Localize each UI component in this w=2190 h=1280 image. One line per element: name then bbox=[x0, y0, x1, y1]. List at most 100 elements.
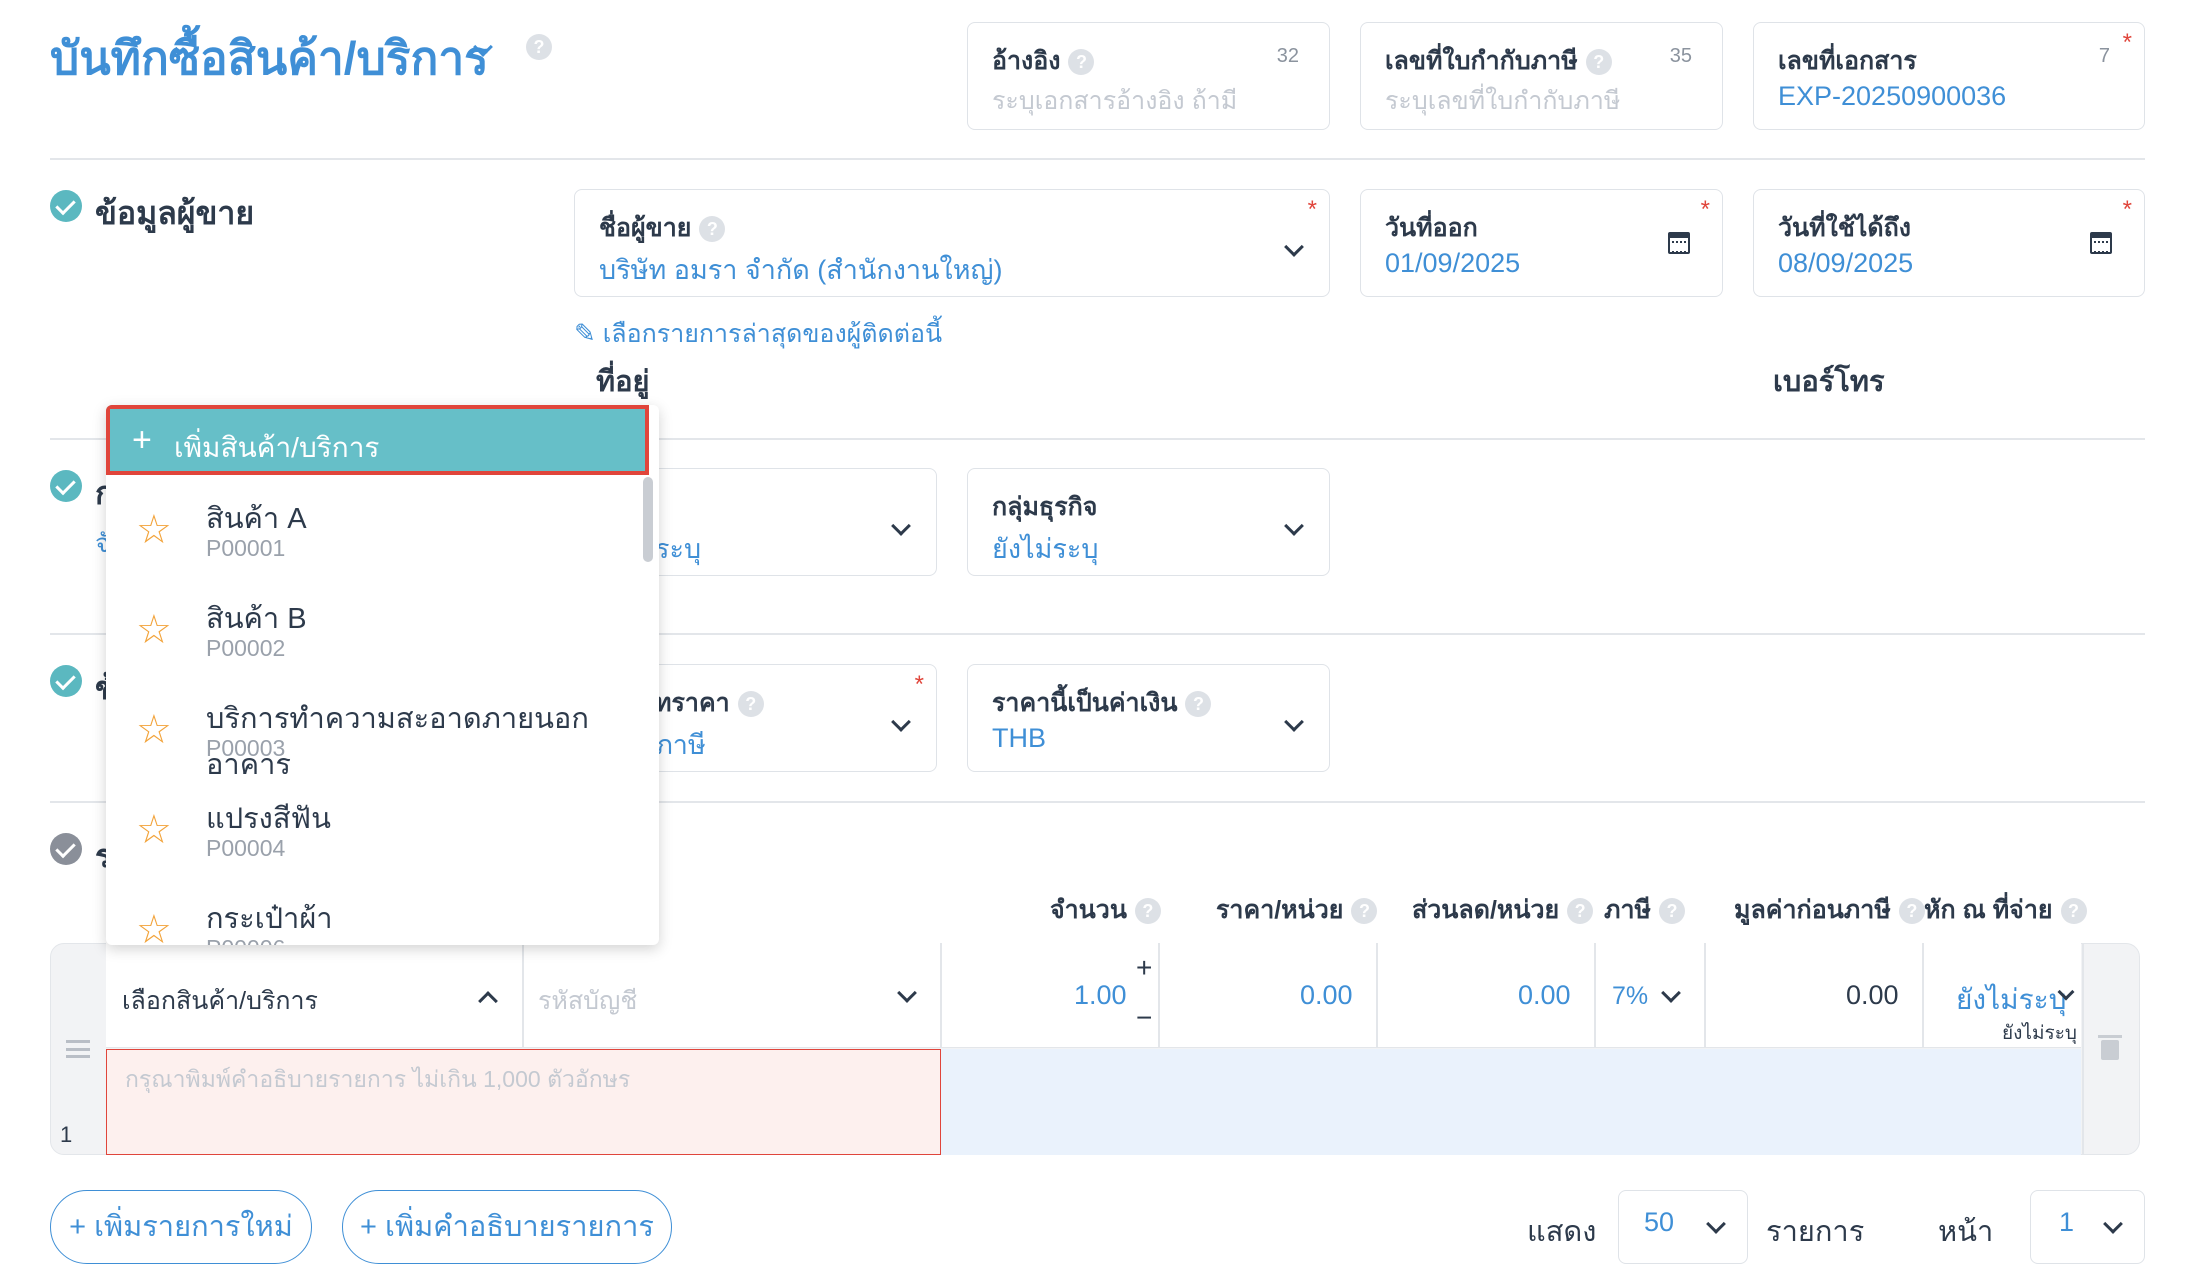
qty-minus-button[interactable]: − bbox=[1136, 1002, 1152, 1034]
address-label: ที่อยู่ bbox=[596, 366, 650, 398]
product-code: P00002 bbox=[206, 635, 286, 661]
list-item[interactable]: ☆ สินค้า B P00002 bbox=[106, 585, 659, 685]
help-icon[interactable]: ? bbox=[1351, 898, 1378, 925]
col-tax-text: ภาษี bbox=[1604, 896, 1651, 924]
help-icon[interactable]: ? bbox=[2060, 898, 2087, 925]
issue-date-value[interactable]: 01/09/2025 bbox=[1385, 248, 1520, 279]
page-select[interactable]: 1 bbox=[2030, 1190, 2145, 1264]
description-input[interactable]: กรุณาพิมพ์คำอธิบายรายการ ไม่เกิน 1,000 ต… bbox=[106, 1049, 941, 1155]
latest-contact-text: เลือกรายการล่าสุดของผู้ติดต่อนี้ bbox=[602, 320, 943, 348]
items-check-icon bbox=[50, 833, 82, 865]
chevron-down-icon[interactable] bbox=[1284, 516, 1304, 536]
currency-value: THB bbox=[992, 723, 1046, 753]
chevron-down-icon[interactable] bbox=[1284, 237, 1304, 257]
currency-label: ราคานี้เป็นค่าเงิน bbox=[992, 689, 1178, 717]
issue-date-field[interactable]: วันที่ออก * 01/09/2025 bbox=[1360, 189, 1723, 297]
tax-invoice-field[interactable]: เลขที่ใบกำกับภาษี? 35 ระบุเลขที่ใบกำกับภ… bbox=[1360, 22, 1723, 130]
chevron-down-icon[interactable] bbox=[891, 516, 911, 536]
help-icon[interactable]: ? bbox=[1585, 49, 1612, 76]
product-select[interactable]: เลือกสินค้า/บริการ bbox=[122, 981, 318, 1021]
doc-number-input[interactable]: EXP-20250900036 bbox=[1778, 81, 2006, 112]
magic-wand-icon: ✎ bbox=[574, 318, 596, 348]
help-icon[interactable]: ? bbox=[1659, 898, 1685, 925]
qty-input[interactable]: 1.00 bbox=[1074, 980, 1127, 1011]
business-group-label: กลุ่มธุรกิจ bbox=[992, 493, 1098, 521]
product-code: P00004 bbox=[206, 835, 286, 861]
cell-divider bbox=[522, 943, 524, 1048]
business-group-field[interactable]: กลุ่มธุรกิจ ยังไม่ระบุ bbox=[967, 468, 1330, 576]
withholding-sub: ยังไม่ระบุ bbox=[2002, 1023, 2077, 1044]
description-placeholder: กรุณาพิมพ์คำอธิบายรายการ ไม่เกิน 1,000 ต… bbox=[125, 1066, 631, 1092]
list-item[interactable]: ☆ กระเป๋าผ้า P00006 bbox=[106, 885, 659, 945]
chevron-down-icon[interactable] bbox=[891, 712, 911, 732]
col-discount: ส่วนลด/หน่วย? bbox=[1412, 890, 1594, 930]
price-type-value: ภาษี bbox=[655, 730, 706, 760]
unit-price-input[interactable]: 0.00 bbox=[1300, 980, 1353, 1011]
required-mark: * bbox=[914, 671, 924, 698]
add-product-button[interactable]: + เพิ่มสินค้า/บริการ bbox=[106, 405, 649, 475]
vendor-name-field[interactable]: ชื่อผู้ขาย? * บริษัท อมรา จำกัด (สำนักงา… bbox=[574, 189, 1330, 297]
help-icon[interactable]: ? bbox=[1068, 49, 1095, 76]
product-code: P00003 bbox=[206, 735, 286, 761]
col-withholding-text: หัก ณ ที่จ่าย bbox=[1924, 896, 2053, 924]
help-icon[interactable]: ? bbox=[1898, 898, 1925, 925]
help-icon[interactable]: ? bbox=[1134, 898, 1161, 925]
col-withholding: หัก ณ ที่จ่าย? bbox=[1924, 890, 2087, 930]
list-item[interactable]: ☆ บริการทำความสะอาดภายนอกอาคาร P00003 bbox=[106, 685, 659, 785]
required-mark: * bbox=[1700, 196, 1710, 223]
required-mark: * bbox=[2122, 196, 2132, 223]
title-help-icon[interactable]: ? bbox=[526, 34, 552, 60]
business-group-value: ยังไม่ระบุ bbox=[992, 534, 1099, 564]
qty-plus-button[interactable]: + bbox=[1136, 952, 1152, 984]
doc-number-field[interactable]: เลขที่เอกสาร 7 * EXP-20250900036 bbox=[1753, 22, 2145, 130]
star-icon[interactable]: ☆ bbox=[136, 507, 172, 553]
currency-field[interactable]: ราคานี้เป็นค่าเงิน? THB bbox=[967, 664, 1330, 772]
withholding-select[interactable]: ยังไม่ระบุ bbox=[1956, 978, 2066, 1022]
discount-input[interactable]: 0.00 bbox=[1518, 980, 1571, 1011]
tax-invoice-input[interactable]: ระบุเลขที่ใบกำกับภาษี bbox=[1385, 81, 1620, 121]
add-description-button[interactable]: + เพิ่มคำอธิบายรายการ bbox=[342, 1190, 672, 1264]
show-label: แสดง bbox=[1527, 1216, 1597, 1248]
tax-select[interactable]: 7% bbox=[1612, 982, 1648, 1011]
required-mark: * bbox=[1307, 196, 1317, 223]
vendor-section-title: ข้อมูลผู้ขาย bbox=[95, 195, 255, 231]
col-discount-text: ส่วนลด/หน่วย bbox=[1412, 896, 1560, 924]
list-item[interactable]: ☆ สินค้า A P00001 bbox=[106, 485, 659, 585]
star-icon[interactable]: ☆ bbox=[136, 907, 172, 945]
valid-date-value[interactable]: 08/09/2025 bbox=[1778, 248, 1913, 279]
col-tax: ภาษี? bbox=[1604, 890, 1685, 930]
page-title-wrap[interactable]: บันทึกซื้อสินค้า/บริการ bbox=[50, 22, 489, 95]
row-index: 1 bbox=[60, 1122, 73, 1147]
page-value: 1 bbox=[2059, 1207, 2075, 1237]
list-item[interactable]: ☆ แปรงสีฟัน P00004 bbox=[106, 785, 659, 885]
trash-icon[interactable] bbox=[2098, 1035, 2122, 1060]
valid-date-field[interactable]: วันที่ใช้ได้ถึง * 08/09/2025 bbox=[1753, 189, 2145, 297]
page-size-select[interactable]: 50 bbox=[1618, 1190, 1748, 1264]
add-item-button[interactable]: + เพิ่มรายการใหม่ bbox=[50, 1190, 312, 1264]
help-icon[interactable]: ? bbox=[737, 691, 764, 718]
star-icon[interactable]: ☆ bbox=[136, 707, 172, 753]
star-icon[interactable]: ☆ bbox=[136, 807, 172, 853]
chevron-down-icon[interactable] bbox=[1284, 712, 1304, 732]
chevron-down-icon[interactable] bbox=[1706, 1214, 1726, 1234]
required-mark: * bbox=[2122, 29, 2132, 56]
account-select[interactable]: รหัสบัญชี bbox=[538, 981, 637, 1021]
col-unit-price: ราคา/หน่วย? bbox=[1216, 890, 1378, 930]
col-pre-tax-text: มูลค่าก่อนภาษี bbox=[1734, 896, 1891, 924]
chevron-down-icon[interactable] bbox=[2103, 1214, 2123, 1234]
col-pre-tax: มูลค่าก่อนภาษี? bbox=[1734, 890, 1925, 930]
star-icon[interactable]: ☆ bbox=[136, 607, 172, 653]
grouping-check-icon bbox=[50, 470, 82, 502]
help-icon[interactable]: ? bbox=[699, 216, 726, 243]
latest-contact-link[interactable]: ✎ เลือกรายการล่าสุดของผู้ติดต่อนี้ bbox=[574, 314, 942, 354]
product-code: P00006 bbox=[206, 935, 285, 945]
reference-field[interactable]: อ้างอิง? 32 ระบุเอกสารอ้างอิง ถ้ามี bbox=[967, 22, 1330, 130]
help-icon[interactable]: ? bbox=[1185, 691, 1212, 718]
vendor-name-value: บริษัท อมรา จำกัด (สำนักงานใหญ่) bbox=[599, 255, 1003, 285]
calendar-icon[interactable] bbox=[1668, 232, 1690, 254]
valid-date-label: วันที่ใช้ได้ถึง bbox=[1778, 214, 1911, 242]
drag-handle-icon[interactable] bbox=[66, 1040, 90, 1058]
reference-input[interactable]: ระบุเอกสารอ้างอิง ถ้ามี bbox=[992, 81, 1237, 121]
help-icon[interactable]: ? bbox=[1567, 898, 1594, 925]
calendar-icon[interactable] bbox=[2090, 232, 2112, 254]
